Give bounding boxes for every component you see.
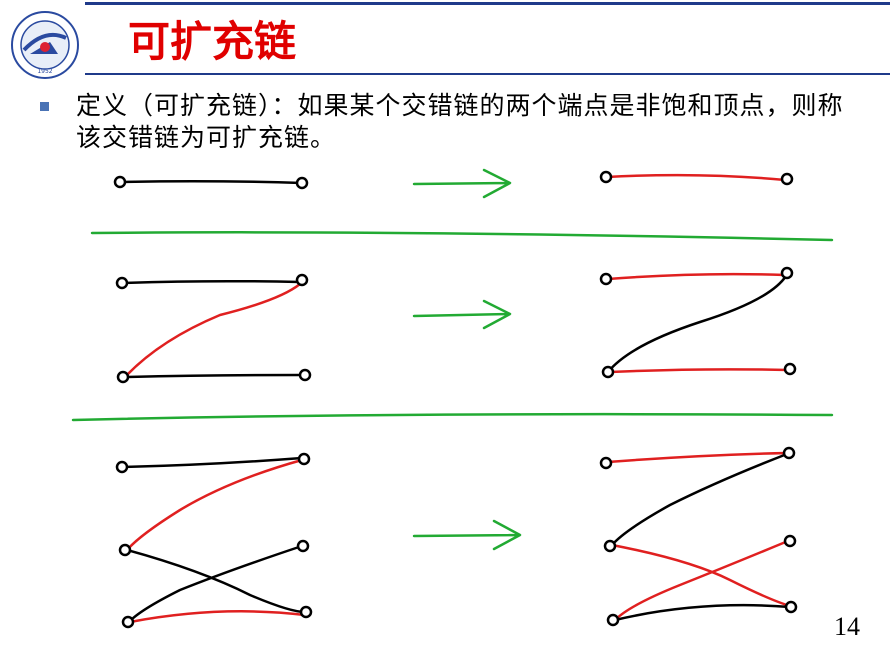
row1-right-vertex-a xyxy=(599,170,613,184)
row3-left-vertex-5 xyxy=(121,615,135,629)
row3-right-top-red-edge xyxy=(606,451,789,464)
row3-left-red-diagonal xyxy=(125,458,304,552)
augmenting-path-diagram xyxy=(71,168,834,629)
row2-right-black-diagonal xyxy=(606,274,788,374)
row1-left-black-edge xyxy=(118,179,304,185)
row3-right-vertex-4 xyxy=(783,534,797,548)
row3-right-black-diagonal xyxy=(610,452,789,547)
green-separator-1 xyxy=(90,231,834,242)
green-separator-2 xyxy=(71,412,834,422)
row3-right-vertex-5 xyxy=(606,613,620,627)
row2-left-top-black-edge xyxy=(120,279,302,285)
row2-right-top-red-edge xyxy=(606,272,787,281)
row2-right-vertex-tl xyxy=(599,272,613,286)
row2-right-vertex-bl xyxy=(601,365,615,379)
row2-left-vertex-tl xyxy=(115,276,129,290)
row3-left-vertex-4 xyxy=(296,539,310,553)
row3-right-vertex-2 xyxy=(782,446,796,460)
row2-left-bottom-black-edge xyxy=(123,373,304,379)
row3-right-vertex-6 xyxy=(784,600,798,614)
row1-right-red-edge xyxy=(605,173,787,182)
right-arrow-icon xyxy=(412,168,512,199)
row1-left-vertex-a xyxy=(113,175,127,189)
row2-right-vertex-br xyxy=(783,362,797,376)
row3-right-red-cross-b xyxy=(613,539,790,622)
row2-left-vertex-tr xyxy=(295,273,309,287)
row3-left-top-black-edge xyxy=(121,456,304,469)
row3-left-bottom-red-edge xyxy=(128,610,307,624)
row3-right-bottom-black-edge xyxy=(613,603,792,622)
row3-left-vertex-6 xyxy=(299,605,313,619)
row3-left-vertex-3 xyxy=(118,543,132,557)
right-arrow-icon xyxy=(412,299,512,330)
right-arrow-icon xyxy=(412,519,522,551)
row1-left-vertex-b xyxy=(295,176,309,190)
row2-left-red-diagonal xyxy=(123,282,302,379)
row2-right-vertex-tr xyxy=(780,266,794,280)
row2-left-vertex-br xyxy=(298,368,312,382)
row3-left-vertex-1 xyxy=(115,460,129,474)
slide: 1952 可扩充链 定义（可扩充链）：如果某个交错链的两个端点是非饱和顶点，则称… xyxy=(0,0,893,655)
row3-right-vertex-1 xyxy=(599,456,613,470)
row2-left-vertex-bl xyxy=(116,370,130,384)
page-number: 14 xyxy=(834,612,860,641)
row2-right-bottom-red-edge xyxy=(608,368,790,374)
row1-right-vertex-b xyxy=(780,172,794,186)
row3-right-vertex-3 xyxy=(603,539,617,553)
row3-left-vertex-2 xyxy=(297,452,311,466)
